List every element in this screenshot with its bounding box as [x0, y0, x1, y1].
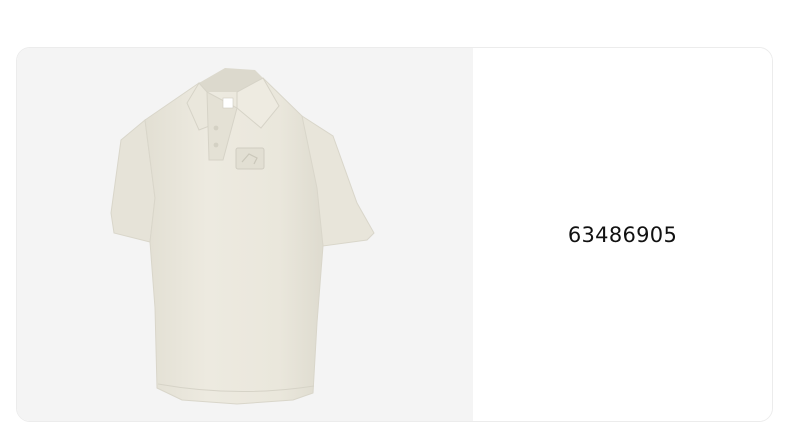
product-image[interactable] [17, 48, 473, 421]
product-card[interactable]: 63486905 [16, 47, 773, 422]
product-code: 63486905 [567, 222, 678, 247]
product-info: 63486905 [473, 48, 772, 421]
polo-shirt-image [110, 68, 375, 405]
